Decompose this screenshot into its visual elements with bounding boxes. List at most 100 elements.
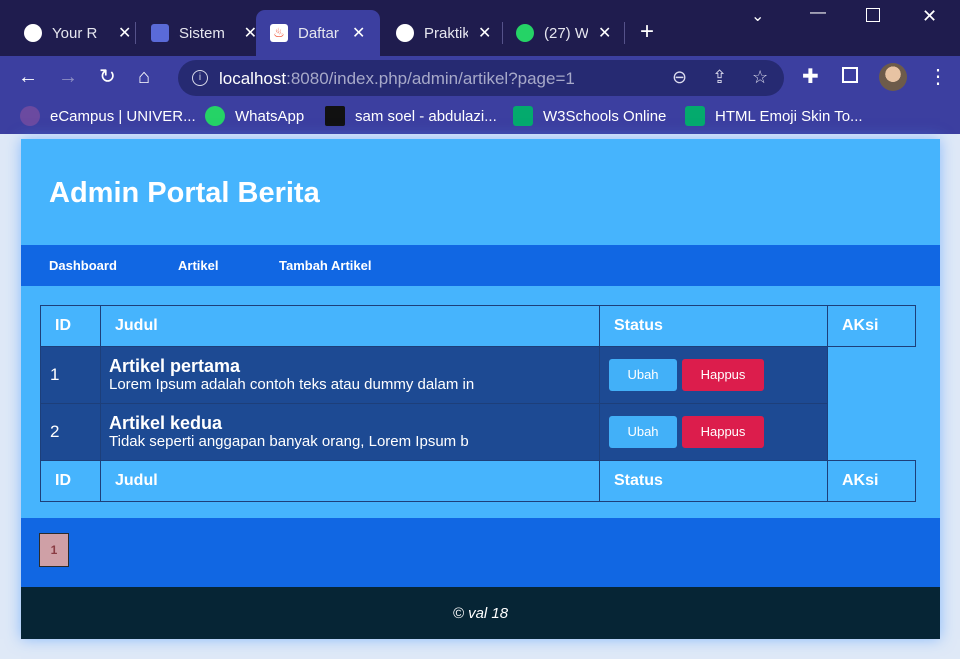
table-header-row: ID Judul Status AKsi xyxy=(40,305,916,347)
edit-button[interactable]: Ubah xyxy=(609,359,677,391)
tab-separator xyxy=(624,22,625,44)
browser-toolbar: ← → ↻ ⌂ i localhost:8080/index.php/admin… xyxy=(0,56,960,100)
delete-button[interactable]: Happus xyxy=(682,416,764,448)
article-id: 2 xyxy=(40,403,101,461)
side-panel-icon[interactable] xyxy=(842,67,858,83)
reload-button[interactable]: ↻ xyxy=(99,65,116,89)
whatsapp-icon xyxy=(516,24,534,42)
tab-search-icon[interactable]: ⌄ xyxy=(751,6,764,26)
footer-text: © val 18 xyxy=(452,605,509,622)
pagination-bar: 1 xyxy=(21,518,940,587)
bookmark-whatsapp[interactable]: WhatsApp xyxy=(205,106,304,126)
edit-button[interactable]: Ubah xyxy=(609,416,677,448)
bookmark-label: W3Schools Online xyxy=(543,107,667,125)
tab-sistem[interactable]: Sistem ✕ xyxy=(127,10,257,56)
article-title[interactable]: Artikel kedua xyxy=(109,413,598,433)
bookmark-label: eCampus | UNIVER... xyxy=(50,107,196,125)
article-excerpt: Lorem Ipsum adalah contoh teks atau dumm… xyxy=(109,376,475,393)
column-header-id: ID xyxy=(40,305,101,347)
column-footer-judul: Judul xyxy=(100,460,600,502)
site-footer: © val 18 xyxy=(21,587,940,639)
codeigniter-icon: ♨ xyxy=(270,24,288,42)
tab-label: Sistem xyxy=(179,24,225,42)
bookmark-sam-soel[interactable]: sam soel - abdulazi... xyxy=(325,106,497,126)
column-footer-status: Status xyxy=(599,460,828,502)
back-button[interactable]: ← xyxy=(18,65,38,89)
page-1-button[interactable]: 1 xyxy=(39,533,69,567)
bookmark-label: sam soel - abdulazi... xyxy=(355,107,497,125)
article-cell: Artikel kedua Tidak seperti anggapan ban… xyxy=(100,403,600,461)
tab-your-repo[interactable]: Your R ✕ xyxy=(0,10,136,56)
site-header: Admin Portal Berita xyxy=(21,139,940,245)
url-text[interactable]: localhost:8080/index.php/admin/artikel?p… xyxy=(219,69,575,89)
table-row: 2 Artikel kedua Tidak seperti anggapan b… xyxy=(40,403,916,461)
minimize-button[interactable]: — xyxy=(810,4,826,22)
empty-cell xyxy=(827,403,916,461)
close-icon[interactable]: ✕ xyxy=(478,23,491,43)
bookmark-w3schools[interactable]: W3Schools Online xyxy=(513,106,666,126)
bookmark-label: HTML Emoji Skin To... xyxy=(715,107,863,125)
github-icon xyxy=(24,24,42,42)
article-title[interactable]: Artikel pertama xyxy=(109,356,598,376)
info-icon[interactable]: i xyxy=(192,70,208,86)
profile-avatar[interactable] xyxy=(879,63,907,91)
bookmark-label: WhatsApp xyxy=(235,107,305,125)
column-footer-aksi: AKsi xyxy=(827,460,916,502)
whatsapp-icon xyxy=(205,106,225,126)
column-header-judul: Judul xyxy=(100,305,600,347)
empty-cell xyxy=(827,346,916,404)
close-icon[interactable]: ✕ xyxy=(598,23,611,43)
column-header-aksi: AKsi xyxy=(827,305,916,347)
delete-button[interactable]: Happus xyxy=(682,359,764,391)
address-bar[interactable]: i localhost:8080/index.php/admin/artikel… xyxy=(178,60,784,96)
hackerrank-icon xyxy=(325,106,345,126)
article-actions: Ubah Happus xyxy=(599,403,828,461)
globe-icon xyxy=(396,24,414,42)
close-icon[interactable]: ✕ xyxy=(352,23,365,43)
w3schools-icon xyxy=(513,106,533,126)
forward-button[interactable]: → xyxy=(58,65,78,89)
article-excerpt: Tidak seperti anggapan banyak orang, Lor… xyxy=(109,433,469,450)
close-icon[interactable]: ✕ xyxy=(244,23,257,43)
browser-tab-strip: Your R ✕ Sistem ✕ ♨ Daftar ✕ Praktik ✕ (… xyxy=(0,0,960,56)
main-nav: Dashboard Artikel Tambah Artikel xyxy=(21,245,940,286)
bookmark-emoji-skin[interactable]: HTML Emoji Skin To... xyxy=(685,106,863,126)
content-area: ID Judul Status AKsi 1 Artikel pertama L… xyxy=(21,286,940,518)
page-title: Admin Portal Berita xyxy=(49,177,320,209)
maximize-button[interactable] xyxy=(866,8,880,22)
bookmark-star-icon[interactable]: ☆ xyxy=(752,67,768,88)
article-table: ID Judul Status AKsi 1 Artikel pertama L… xyxy=(40,305,916,502)
bookmarks-bar: eCampus | UNIVER... WhatsApp sam soel - … xyxy=(0,100,960,134)
page-container: Admin Portal Berita Dashboard Artikel Ta… xyxy=(21,139,940,639)
table-row: 1 Artikel pertama Lorem Ipsum adalah con… xyxy=(40,346,916,404)
article-id: 1 xyxy=(40,346,101,404)
share-icon[interactable]: ⇪ xyxy=(712,67,727,88)
menu-icon[interactable]: ⋮ xyxy=(928,65,948,89)
tab-label: (27) W xyxy=(544,24,588,42)
nav-dashboard[interactable]: Dashboard xyxy=(49,258,117,273)
nav-artikel[interactable]: Artikel xyxy=(178,258,218,273)
tab-daftar[interactable]: ♨ Daftar ✕ xyxy=(256,10,380,56)
home-button[interactable]: ⌂ xyxy=(138,65,150,89)
tab-label: Daftar xyxy=(298,24,339,42)
w3schools-icon xyxy=(685,106,705,126)
url-path: :8080/index.php/admin/artikel?page=1 xyxy=(286,69,575,88)
nav-tambah-artikel[interactable]: Tambah Artikel xyxy=(279,258,371,273)
bookmark-ecampus[interactable]: eCampus | UNIVER... xyxy=(20,106,196,126)
column-header-status: Status xyxy=(599,305,828,347)
zoom-icon[interactable]: ⊖ xyxy=(672,67,687,88)
new-tab-button[interactable]: + xyxy=(640,20,654,44)
table-footer-row: ID Judul Status AKsi xyxy=(40,460,916,502)
article-actions: Ubah Happus xyxy=(599,346,828,404)
tab-whatsapp[interactable]: (27) W ✕ xyxy=(492,10,624,56)
tab-praktik[interactable]: Praktik ✕ xyxy=(372,10,500,56)
column-footer-id: ID xyxy=(40,460,101,502)
tab-label: Your R xyxy=(52,24,98,42)
extensions-icon[interactable]: ✚ xyxy=(802,65,819,89)
tab-label: Praktik xyxy=(424,24,468,42)
ecampus-icon xyxy=(20,106,40,126)
logo-icon xyxy=(151,24,169,42)
close-window-button[interactable]: ✕ xyxy=(922,6,937,27)
article-cell: Artikel pertama Lorem Ipsum adalah conto… xyxy=(100,346,600,404)
url-host: localhost xyxy=(219,69,287,88)
